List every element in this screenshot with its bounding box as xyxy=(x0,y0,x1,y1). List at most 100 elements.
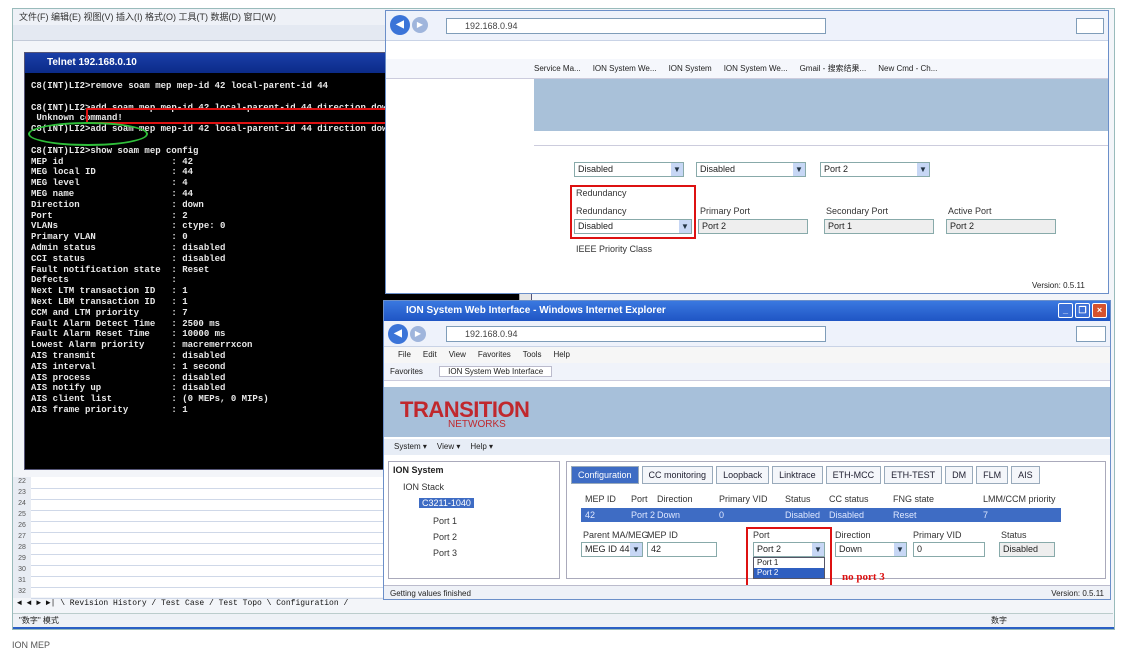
forward-button[interactable]: ▶ xyxy=(410,326,426,342)
menu-item-favorites[interactable]: Favorites xyxy=(478,350,511,359)
tree-panel: ION System ION Stack C3211-1040 Port 1 P… xyxy=(388,461,560,579)
favorite-item[interactable]: ION System We... xyxy=(724,64,788,73)
table-cell: Port 2 xyxy=(631,508,655,522)
ie-back-banner xyxy=(534,79,1109,131)
table-header[interactable]: Primary VID xyxy=(719,494,768,504)
ie-back-version: Version: 0.5.11 xyxy=(1032,281,1085,290)
table-cell: Down xyxy=(657,508,680,522)
app-menu-item[interactable]: Help ▾ xyxy=(470,442,493,451)
tab-eth-mcc[interactable]: ETH-MCC xyxy=(826,466,882,484)
minimize-icon[interactable]: _ xyxy=(1058,303,1073,318)
app-banner: TRANSITION NETWORKS xyxy=(384,387,1111,437)
version-text: Version: 0.5.11 xyxy=(1051,586,1104,600)
tab-dm[interactable]: DM xyxy=(945,466,973,484)
restore-icon[interactable]: ❐ xyxy=(1075,303,1090,318)
app-menu-item[interactable]: View ▾ xyxy=(437,442,460,451)
ie-back-favbar: Service Ma... ION System We... ION System I… xyxy=(386,59,1109,79)
tab-configuration[interactable]: Configuration xyxy=(571,466,639,484)
ie-back-address[interactable]: 192.168.0.94 xyxy=(446,18,826,34)
close-icon[interactable]: × xyxy=(1092,303,1107,318)
ie-front-window: ION System Web Interface - Windows Inter… xyxy=(383,300,1111,600)
menu-item-view[interactable]: View xyxy=(449,350,466,359)
telnet-title: Telnet 192.168.0.10 xyxy=(47,57,137,68)
menu-item-help[interactable]: Help xyxy=(553,350,569,359)
top-select-1[interactable]: Disabled▼ xyxy=(574,162,684,177)
ie-front-titlebar[interactable]: ION System Web Interface - Windows Inter… xyxy=(384,301,1110,321)
ie-back-search[interactable] xyxy=(1076,18,1104,34)
table-header[interactable]: Status xyxy=(785,494,811,504)
ie-back-navbar: ◀ ▶ 192.168.0.94 xyxy=(386,11,1109,41)
excel-toolbar[interactable] xyxy=(13,25,393,41)
back-button[interactable]: ◀ xyxy=(390,15,410,35)
direction-label: Direction xyxy=(835,530,871,540)
top-select-3[interactable]: Port 2▼ xyxy=(820,162,930,177)
main-panel: ConfigurationCC monitoringLoopbackLinktr… xyxy=(566,461,1106,579)
tab-flm[interactable]: FLM xyxy=(976,466,1008,484)
redundancy-highlight-box xyxy=(570,185,696,239)
excel-sheet-tabs[interactable]: ◄ ◄ ► ►| \ Revision History / Test Case … xyxy=(17,597,387,611)
primary-port-label: Primary Port xyxy=(700,206,750,216)
table-cell: Disabled xyxy=(785,508,820,522)
table-header[interactable]: Port xyxy=(631,494,648,504)
fav-tab[interactable]: ION System Web Interface xyxy=(439,366,552,377)
table-header[interactable]: MEP ID xyxy=(585,494,616,504)
favorite-item[interactable]: Service Ma... xyxy=(534,64,581,73)
favorite-item[interactable]: New Cmd - Ch... xyxy=(878,64,937,73)
tab-loopback[interactable]: Loopback xyxy=(716,466,769,484)
table-header[interactable]: CC status xyxy=(829,494,869,504)
tree-device[interactable]: C3211-1040 xyxy=(419,498,474,508)
secondary-port-label: Secondary Port xyxy=(826,206,888,216)
table-cell: 0 xyxy=(719,508,724,522)
table-header[interactable]: LMM/CCM priority xyxy=(983,494,1056,504)
tab-cc-monitoring[interactable]: CC monitoring xyxy=(642,466,714,484)
table-header[interactable]: Direction xyxy=(657,494,693,504)
primary-vid-label: Primary VID xyxy=(913,530,962,540)
annotation-no-port-3: no port 3 xyxy=(842,571,885,583)
table-cell: Disabled xyxy=(829,508,864,522)
excel-menubar: 文件(F) 编辑(E) 视图(V) 插入(I) 格式(O) 工具(T) 数据(D… xyxy=(13,9,393,25)
table-header[interactable]: FNG state xyxy=(893,494,934,504)
favorite-item[interactable]: Gmail - 搜索结果... xyxy=(800,64,867,73)
status-text: Getting values finished xyxy=(390,589,471,598)
tab-ais[interactable]: AIS xyxy=(1011,466,1040,484)
forward-button[interactable]: ▶ xyxy=(412,17,428,33)
tree-port-1[interactable]: Port 1 xyxy=(433,516,457,526)
ie-front-search[interactable] xyxy=(1076,326,1106,342)
tab-bar: ConfigurationCC monitoringLoopbackLinktr… xyxy=(571,466,1091,484)
mep-id-label: MEP ID xyxy=(647,530,678,540)
tree-root[interactable]: ION Stack xyxy=(403,482,444,492)
secondary-port-field: Port 1 xyxy=(824,219,934,234)
status-field: Disabled xyxy=(999,542,1055,557)
active-port-field: Port 2 xyxy=(946,219,1056,234)
tree-port-2[interactable]: Port 2 xyxy=(433,532,457,542)
excel-status-text: "数字" 模式 xyxy=(19,616,59,625)
favorite-item[interactable]: ION System xyxy=(669,64,712,73)
back-button[interactable]: ◀ xyxy=(388,324,408,344)
tree-header: ION System xyxy=(393,465,444,475)
ie-front-navbar: ◀ ▶ 192.168.0.94 xyxy=(384,321,1111,347)
tree-port-3[interactable]: Port 3 xyxy=(433,548,457,558)
ie-front-favbar: Favorites ION System Web Interface xyxy=(384,363,1111,381)
tab-linktrace[interactable]: Linktrace xyxy=(772,466,823,484)
favorite-item[interactable]: ION System We... xyxy=(593,64,657,73)
table-cell: 7 xyxy=(983,508,988,522)
app-menu-item[interactable]: System ▾ xyxy=(394,442,427,451)
top-select-2[interactable]: Disabled▼ xyxy=(696,162,806,177)
table-row[interactable]: 42Port 2Down0DisabledDisabledReset7 xyxy=(581,508,1061,522)
ie-front-address[interactable]: 192.168.0.94 xyxy=(446,326,826,342)
ie-front-menubar: File Edit View Favorites Tools Help xyxy=(384,347,1111,363)
parent-label: Parent MA/MEG xyxy=(583,530,649,540)
direction-select[interactable]: Down▼ xyxy=(835,542,907,557)
parent-select[interactable]: MEG ID 44▼ xyxy=(581,542,643,557)
ie-front-title: ION System Web Interface - Windows Inter… xyxy=(406,305,666,316)
port-dropdown-highlight xyxy=(746,527,832,589)
favorites-button[interactable]: Favorites xyxy=(390,367,423,376)
primary-vid-field[interactable]: 0 xyxy=(913,542,985,557)
menu-item-edit[interactable]: Edit xyxy=(423,350,437,359)
tab-eth-test[interactable]: ETH-TEST xyxy=(884,466,942,484)
mep-id-field[interactable]: 42 xyxy=(647,542,717,557)
excel-grid[interactable]: 22 23 24 25 26 27 28 29 30 31 32 xyxy=(13,477,385,597)
logo-subtext: NETWORKS xyxy=(448,419,506,430)
menu-item-tools[interactable]: Tools xyxy=(523,350,542,359)
menu-item-file[interactable]: File xyxy=(398,350,411,359)
